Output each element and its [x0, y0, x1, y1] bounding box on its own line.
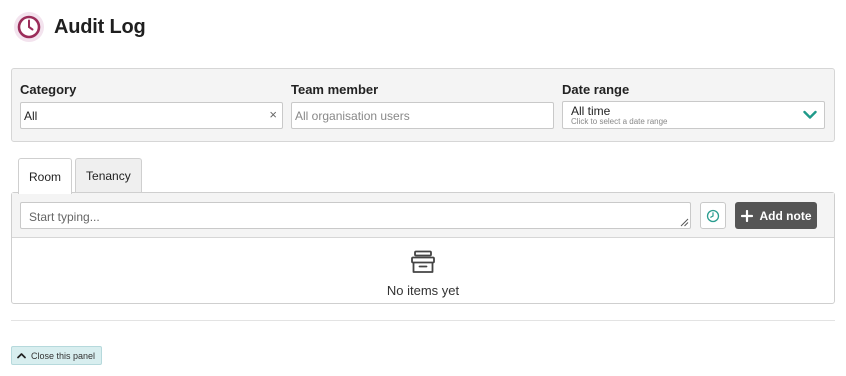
compose-bar: Start typing... Add note — [12, 193, 834, 238]
clock-icon — [14, 12, 44, 42]
clock-icon — [706, 209, 720, 222]
archive-box-icon — [411, 250, 435, 273]
divider — [11, 320, 835, 321]
clear-icon[interactable]: × — [269, 108, 277, 122]
note-placeholder: Start typing... — [29, 210, 100, 224]
date-range-hint: Click to select a date range — [571, 117, 668, 126]
date-range-label: Date range — [562, 82, 630, 97]
note-textarea[interactable]: Start typing... — [20, 202, 691, 229]
chevron-down-icon — [803, 110, 817, 119]
empty-state-text: No items yet — [386, 283, 460, 298]
date-range-value: All time — [571, 104, 611, 118]
close-panel-button[interactable]: Close this panel — [11, 346, 103, 365]
add-note-button[interactable]: Add note — [735, 202, 817, 229]
close-panel-label: Close this panel — [31, 350, 96, 361]
filter-bar: Category All × Team member All organisat… — [11, 68, 835, 142]
page-title: Audit Log — [54, 15, 146, 38]
resize-handle-icon[interactable] — [680, 218, 689, 227]
category-value: All — [24, 109, 38, 123]
page-header: Audit Log — [14, 11, 146, 43]
plus-icon — [740, 209, 753, 222]
team-member-placeholder: All organisation users — [295, 109, 410, 123]
history-button[interactable] — [700, 202, 726, 229]
add-note-label: Add note — [759, 208, 812, 223]
empty-state: No items yet — [12, 249, 834, 298]
chevron-up-icon — [17, 353, 26, 359]
team-member-input[interactable]: All organisation users — [291, 102, 554, 129]
notes-panel: Start typing... Add note No items yet — [11, 192, 835, 304]
category-label: Category — [20, 82, 77, 97]
tab-bar: Room Tenancy — [18, 158, 145, 194]
tab-room[interactable]: Room — [18, 158, 73, 194]
date-range-select[interactable]: All time Click to select a date range — [562, 101, 825, 129]
tab-tenancy[interactable]: Tenancy — [75, 158, 142, 193]
category-select[interactable]: All × — [20, 102, 283, 129]
team-member-label: Team member — [291, 82, 379, 97]
